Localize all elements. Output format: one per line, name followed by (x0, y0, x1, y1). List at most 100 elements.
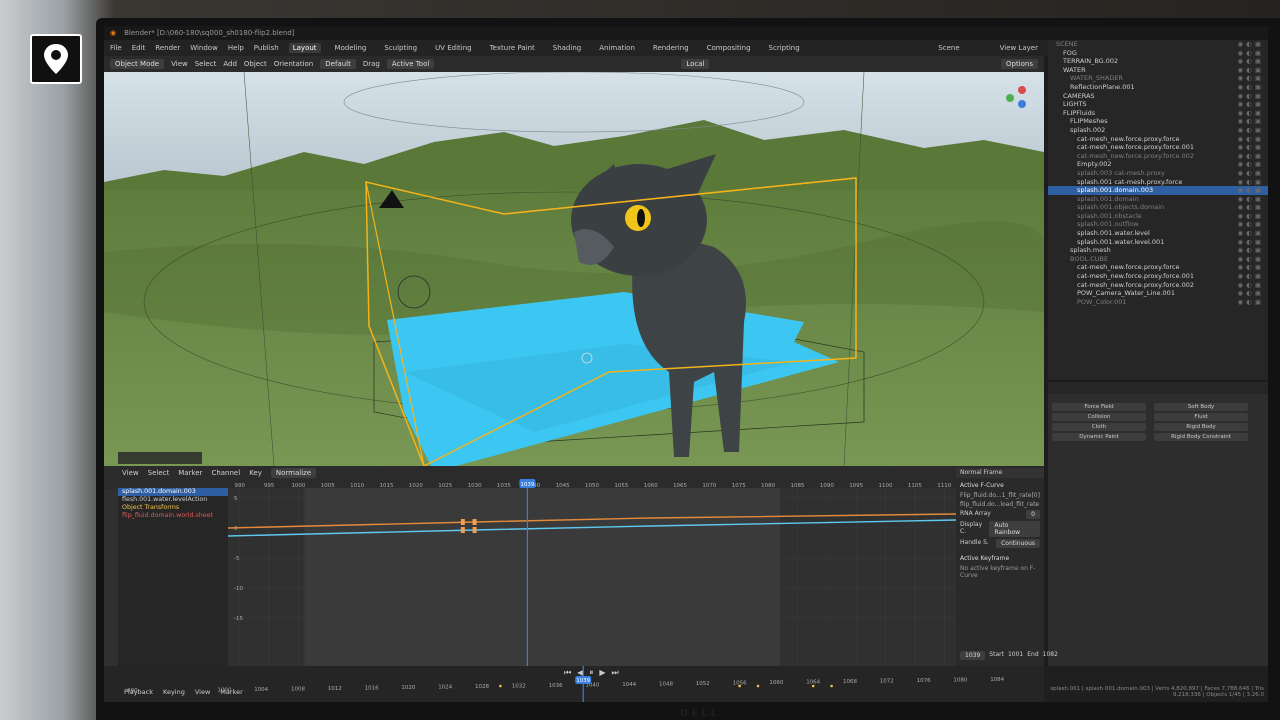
tab-compositing[interactable]: Compositing (703, 43, 755, 53)
menu-file[interactable]: File (110, 44, 122, 52)
menu-edit[interactable]: Edit (132, 44, 146, 52)
outliner-row[interactable]: FLIPFluids ◉◐▣ (1048, 109, 1268, 118)
outliner-row[interactable]: splash.001.water.level.001 ◉◐▣ (1048, 238, 1268, 247)
visibility-eye-icon[interactable]: ◉◐▣ (1238, 289, 1265, 298)
tab-layout[interactable]: Layout (288, 43, 321, 53)
physics-button[interactable]: Cloth (1052, 423, 1146, 431)
outliner-row[interactable]: SCENE ◉◐▣ (1048, 40, 1268, 49)
visibility-eye-icon[interactable]: ◉◐▣ (1238, 74, 1265, 83)
object-mode-dropdown[interactable]: Object Mode (110, 59, 165, 69)
outliner-row[interactable]: cat-mesh_new.force.proxy.force.001 ◉◐▣ (1048, 272, 1268, 281)
visibility-eye-icon[interactable]: ◉◐▣ (1238, 100, 1265, 109)
display-color-dropdown[interactable]: Auto Rainbow (989, 521, 1040, 537)
menu-help[interactable]: Help (228, 44, 244, 52)
rna-array-field[interactable]: 0 (1026, 510, 1040, 519)
timeline-keyframe[interactable] (756, 684, 760, 688)
visibility-eye-icon[interactable]: ◉◐▣ (1238, 83, 1265, 92)
graph-channel[interactable]: splash.001.domain.003 (118, 488, 228, 496)
view-layer-selector[interactable]: View Layer (1000, 44, 1038, 52)
viewport-menu-object[interactable]: Object (244, 60, 267, 68)
visibility-eye-icon[interactable]: ◉◐▣ (1238, 152, 1265, 161)
physics-button[interactable]: Rigid Body Constraint (1154, 433, 1248, 441)
outliner-row[interactable]: splash.001.water.level ◉◐▣ (1048, 229, 1268, 238)
keyframe-handle[interactable] (460, 527, 465, 533)
outliner-row[interactable]: ReflectionPlane.001 ◉◐▣ (1048, 83, 1268, 92)
visibility-eye-icon[interactable]: ◉◐▣ (1238, 126, 1265, 135)
graph-channel[interactable]: flesh.001.water.levelAction (118, 496, 228, 504)
3d-viewport[interactable] (104, 72, 1044, 466)
visibility-eye-icon[interactable]: ◉◐▣ (1238, 135, 1265, 144)
outliner-row[interactable]: TERRAIN_BG.002 ◉◐▣ (1048, 57, 1268, 66)
tab-shading[interactable]: Shading (549, 43, 585, 53)
visibility-eye-icon[interactable]: ◉◐▣ (1238, 195, 1265, 204)
scene-selector[interactable]: Scene (938, 44, 959, 52)
visibility-eye-icon[interactable]: ◉◐▣ (1238, 160, 1265, 169)
physics-button[interactable]: Fluid (1154, 413, 1248, 421)
npanel-header[interactable]: Normal Frame (956, 468, 1044, 478)
transform-space-dropdown[interactable]: Local (681, 59, 710, 69)
outliner-row[interactable]: splash.002 ◉◐▣ (1048, 126, 1268, 135)
orientation-dropdown[interactable]: Default (320, 59, 356, 69)
outliner-row[interactable]: LIGHTS ◉◐▣ (1048, 100, 1268, 109)
tab-sculpting[interactable]: Sculpting (380, 43, 421, 53)
drag-dropdown[interactable]: Active Tool (386, 59, 435, 69)
graph-channel[interactable]: flip_fluid.domain.world.sheet (118, 512, 228, 520)
visibility-eye-icon[interactable]: ◉◐▣ (1238, 117, 1265, 126)
outliner-row[interactable]: splash.001.obstacle ◉◐▣ (1048, 212, 1268, 221)
outliner-row[interactable]: POW_Color.001 ◉◐▣ (1048, 298, 1268, 307)
graph-menu-select[interactable]: Select (148, 469, 170, 477)
visibility-eye-icon[interactable]: ◉◐▣ (1238, 143, 1265, 152)
outliner-row[interactable]: Empty.002 ◉◐▣ (1048, 160, 1268, 169)
start-field[interactable]: 1001 (1008, 651, 1023, 660)
graph-channel[interactable]: Object Transforms (118, 504, 228, 512)
physics-button[interactable]: Force Field (1052, 403, 1146, 411)
tab-uv-editing[interactable]: UV Editing (431, 43, 476, 53)
menu-publish[interactable]: Publish (254, 44, 279, 52)
timeline-keyframe[interactable] (499, 684, 502, 688)
graph-menu-key[interactable]: Key (249, 469, 262, 477)
fcurve-path-row-2[interactable]: flip_fluid.do...load_flit_rate (956, 500, 1044, 509)
outliner-row[interactable]: POW_Camera_Water_Line.001 ◉◐▣ (1048, 289, 1268, 298)
tab-animation[interactable]: Animation (595, 43, 639, 53)
graph-menu-view[interactable]: View (122, 469, 139, 477)
visibility-eye-icon[interactable]: ◉◐▣ (1238, 246, 1265, 255)
visibility-eye-icon[interactable]: ◉◐▣ (1238, 109, 1265, 118)
visibility-eye-icon[interactable]: ◉◐▣ (1238, 186, 1265, 195)
outliner-row[interactable]: splash.001.outflow ◉◐▣ (1048, 220, 1268, 229)
graph-menu-channel[interactable]: Channel (211, 469, 240, 477)
tab-modeling[interactable]: Modeling (331, 43, 371, 53)
outliner-row[interactable]: splash.001.objects.domain ◉◐▣ (1048, 203, 1268, 212)
visibility-eye-icon[interactable]: ◉◐▣ (1238, 203, 1265, 212)
outliner-row[interactable]: cat-mesh_new.force.proxy.force.001 ◉◐▣ (1048, 143, 1268, 152)
visibility-eye-icon[interactable]: ◉◐▣ (1238, 49, 1265, 58)
outliner-row[interactable]: cat-mesh_new.force.proxy.force.002 ◉◐▣ (1048, 281, 1268, 290)
timeline-keyframe[interactable] (738, 684, 741, 688)
physics-button[interactable]: Collision (1052, 413, 1146, 421)
outliner-row[interactable]: splash.001 cat-mesh.proxy.force ◉◐▣ (1048, 178, 1268, 187)
active-fcurve-section[interactable]: Active F-Curve (956, 478, 1044, 491)
visibility-eye-icon[interactable]: ◉◐▣ (1238, 229, 1265, 238)
outliner-row[interactable]: cat-mesh_new.force.proxy.force.002 ◉◐▣ (1048, 152, 1268, 161)
visibility-eye-icon[interactable]: ◉◐▣ (1238, 272, 1265, 281)
viewport-menu-view[interactable]: View (171, 60, 188, 68)
physics-button[interactable]: Dynamic Paint (1052, 433, 1146, 441)
outliner-row[interactable]: splash.003 cat-mesh.proxy ◉◐▣ (1048, 169, 1268, 178)
menu-render[interactable]: Render (155, 44, 180, 52)
visibility-eye-icon[interactable]: ◉◐▣ (1238, 169, 1265, 178)
outliner-row[interactable]: WATER_SHADER ◉◐▣ (1048, 74, 1268, 83)
physics-button[interactable]: Soft Body (1154, 403, 1248, 411)
normalize-toggle[interactable]: Normalize (270, 468, 317, 478)
visibility-eye-icon[interactable]: ◉◐▣ (1238, 40, 1265, 49)
outliner-row[interactable]: cat-mesh_new.force.proxy.force ◉◐▣ (1048, 263, 1268, 272)
outliner-row[interactable]: FLIPMeshes ◉◐▣ (1048, 117, 1268, 126)
options-dropdown[interactable]: Options (1000, 59, 1038, 69)
active-keyframe-section[interactable]: Active Keyframe (956, 549, 1044, 564)
physics-button[interactable]: Rigid Body (1154, 423, 1248, 431)
visibility-eye-icon[interactable]: ◉◐▣ (1238, 263, 1265, 272)
outliner-row[interactable]: cat-mesh_new.force.proxy.force ◉◐▣ (1048, 135, 1268, 144)
timeline-keyframe[interactable] (811, 684, 815, 688)
frame-box[interactable]: 1039 (960, 651, 986, 660)
outliner-row[interactable]: CAMERAS ◉◐▣ (1048, 92, 1268, 101)
viewport-operator-panel[interactable] (118, 452, 202, 464)
viewport-menu-select[interactable]: Select (195, 60, 217, 68)
